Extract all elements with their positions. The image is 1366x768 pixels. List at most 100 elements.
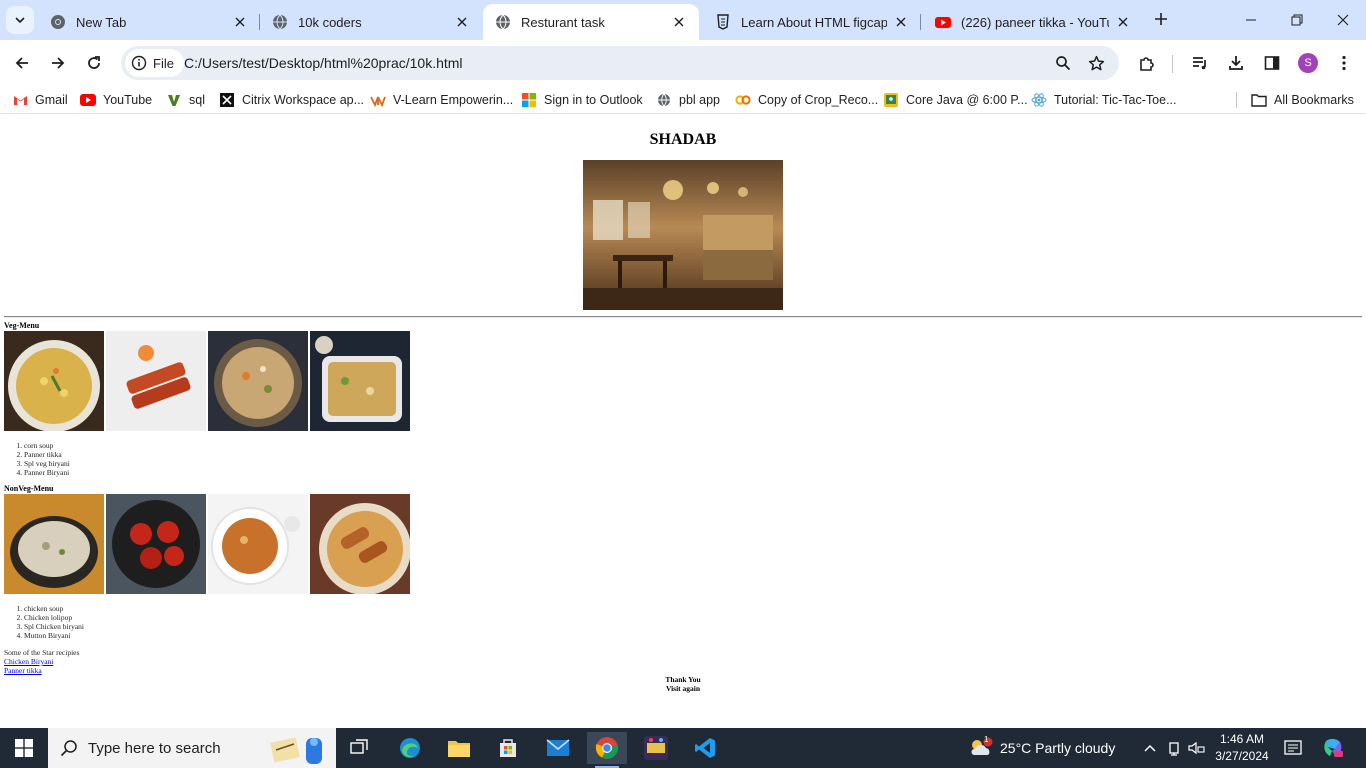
clock-date: 3/27/2024 [1215,749,1269,763]
bookmark-label: Citrix Workspace ap... [242,93,365,107]
bookmark-outlook[interactable]: Sign in to Outlook [521,91,643,109]
visit-again-line: Visit again [665,684,701,693]
minimize-icon [1246,19,1256,21]
page-title: SHADAB [649,131,717,148]
close-tab-icon[interactable] [232,14,248,30]
bookmark-sql[interactable]: sql [166,91,205,109]
windows-logo-icon [15,739,33,757]
chrome-menu-button[interactable] [1332,51,1356,75]
url-text[interactable]: C:/Users/test/Desktop/html%20prac/10k.ht… [184,55,463,71]
paneer-biryani-image [310,331,410,431]
puzzle-icon [1140,57,1154,71]
more-vertical-icon [1342,55,1346,71]
chrome-icon [51,15,65,29]
taskbar-vscode[interactable] [685,732,725,764]
v-logo-icon [166,92,182,108]
back-button[interactable] [8,49,36,77]
chicken-lolipop-image [106,494,206,594]
downloads-button[interactable] [1224,51,1248,75]
bookmark-youtube[interactable]: YouTube [80,91,152,109]
link-panner-tikka[interactable]: Panner tikka [4,666,42,675]
bookmark-star-button[interactable] [1086,53,1106,73]
bookmark-citrix[interactable]: Citrix Workspace ap... [219,91,364,109]
download-icon [1229,56,1243,70]
tab-strip: New Tab 10k coders Resturant task Learn … [0,0,1366,40]
copilot-icon[interactable] [1321,738,1345,758]
system-clock[interactable]: 1:46 AM 3/27/2024 [1210,731,1274,765]
veg-image-row [4,331,410,431]
star-recipes-text: Some of the Star recipies [4,648,80,657]
side-panel-button[interactable] [1260,51,1284,75]
web-page: SHADAB Veg-Menu 1. corn soup 2. Panner t… [0,121,1366,728]
veg-menu-heading: Veg-Menu [4,321,40,330]
list-item: corn soup [24,441,70,450]
tab-search-button[interactable] [6,6,34,34]
taskbar-chrome[interactable] [587,732,627,768]
bookmark-v-learn[interactable]: V-Learn Empowerin... [370,91,513,109]
minimize-button[interactable] [1228,0,1274,40]
taskbar-file-explorer[interactable] [439,732,479,764]
task-view-button[interactable] [340,732,380,764]
taskbar-edge[interactable] [390,732,430,764]
bookmark-tic-tac-toe[interactable]: Tutorial: Tic-Tac-Toe... [1031,91,1177,109]
bookmark-crop-reco[interactable]: Copy of Crop_Reco... [735,91,878,109]
bookmark-label: YouTube [103,93,153,107]
list-item: Chicken lolipop [24,613,84,622]
taskbar-mail[interactable] [538,732,578,764]
list-item: Spl Chicken biryani [24,622,84,631]
tab-new-tab[interactable]: New Tab [38,4,260,40]
colab-icon [735,92,751,108]
notifications-icon[interactable] [1283,738,1303,758]
media-controls-button[interactable] [1188,51,1212,75]
forward-button[interactable] [44,49,72,77]
search-placeholder: Type here to search [88,739,221,757]
start-button[interactable] [0,728,48,768]
close-tab-icon[interactable] [1115,14,1131,30]
all-bookmarks-button[interactable]: All Bookmarks [1251,91,1354,109]
site-info-label: File [153,55,174,71]
tab-html-figcaption[interactable]: Learn About HTML figcaptio [703,4,921,40]
weather-icon[interactable] [968,737,994,758]
close-tab-icon[interactable] [893,14,909,30]
zoom-button[interactable] [1053,53,1073,73]
bookmark-pbl-app[interactable]: pbl app [656,91,720,109]
chrome-icon [595,737,618,759]
search-icon [60,740,77,757]
tab-resturant-task[interactable]: Resturant task [483,4,699,40]
bookmark-label: sql [189,93,205,107]
taskbar-store[interactable] [488,732,528,764]
weather-text[interactable]: 25°C Partly cloudy [1000,728,1115,768]
taskbar-game-app[interactable] [636,732,676,764]
site-info-chip[interactable]: File [125,49,184,77]
folder-icon [448,741,470,757]
link-chicken-biryani[interactable]: Chicken Biryani [4,657,53,666]
network-icon[interactable] [1164,738,1184,758]
new-tab-button[interactable] [1150,8,1172,30]
tab-label: (226) paneer tikka - YouTube [961,14,1109,30]
star-icon [1088,55,1104,70]
show-hidden-icons[interactable] [1140,738,1160,758]
chicken-soup-image [4,494,104,594]
extensions-button[interactable] [1135,51,1159,75]
taskbar-search[interactable]: Type here to search [48,728,336,768]
address-bar[interactable]: File C:/Users/test/Desktop/html%20prac/1… [121,46,1119,80]
close-tab-icon[interactable] [671,14,687,30]
bookmark-gmail[interactable]: Gmail [12,91,68,109]
bookmark-label: Gmail [35,93,68,107]
list-item: chicken soup [24,604,84,613]
close-window-button[interactable] [1320,0,1366,40]
tab-youtube-paneer-tikka[interactable]: (226) paneer tikka - YouTube [923,4,1143,40]
gmail-icon [12,92,28,108]
restore-button[interactable] [1274,0,1320,40]
tab-label: Resturant task [521,14,605,30]
volume-icon[interactable] [1186,738,1206,758]
tab-10k-coders[interactable]: 10k coders [260,4,482,40]
profile-avatar[interactable]: S [1298,53,1318,73]
react-icon [1031,92,1047,108]
bookmark-core-java[interactable]: Core Java @ 6:00 P... [883,91,1028,109]
all-bookmarks-label: All Bookmarks [1274,93,1354,107]
store-icon [500,739,516,757]
close-tab-icon[interactable] [454,14,470,30]
reload-button[interactable] [80,49,108,77]
arrow-right-icon [52,57,65,69]
